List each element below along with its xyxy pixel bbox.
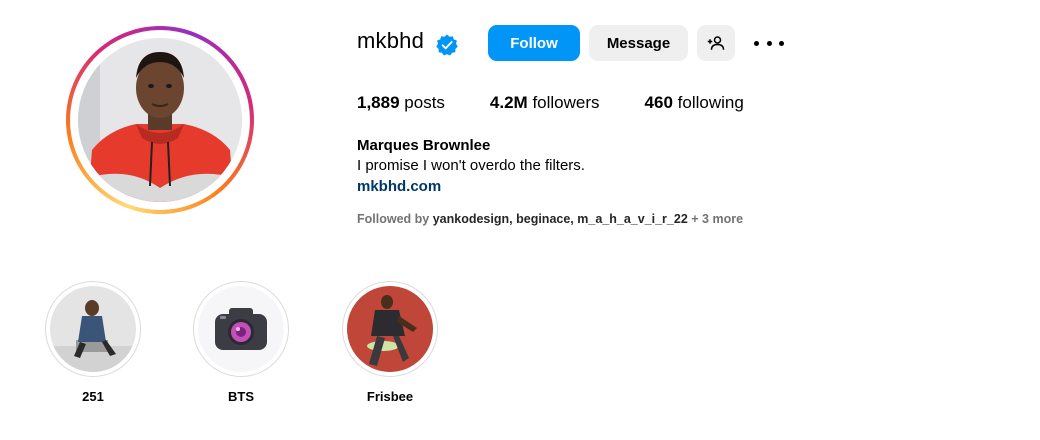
verified-badge-icon [436,34,458,56]
username: mkbhd [357,28,425,53]
highlight-cover-ring[interactable] [193,281,289,377]
highlight-item[interactable]: Frisbee [342,281,438,404]
highlight-label: 251 [82,389,104,404]
followers-count: 4.2M [489,93,528,112]
following-label: following [677,93,744,112]
stat-posts[interactable]: 1,889 posts [357,93,445,113]
highlight-cover-ring[interactable] [342,281,438,377]
followers-label: followers [532,93,600,112]
more-options-icon[interactable] [754,30,784,56]
followed-by-user[interactable]: yankodesign [433,212,509,226]
camera-icon [215,308,267,350]
following-count: 460 [644,93,673,112]
profile-avatar-story-ring[interactable] [66,26,254,214]
stat-followers[interactable]: 4.2M followers [490,93,600,113]
website-link[interactable]: mkbhd.com [357,178,441,195]
suggested-users-button[interactable] [697,25,735,61]
followed-by-prefix: Followed by [357,212,430,226]
highlight-item[interactable]: BTS [193,281,289,404]
followed-by-more[interactable]: + 3 more [691,212,743,226]
highlight-label: Frisbee [366,389,414,404]
stat-following[interactable]: 460 following [645,93,744,113]
highlight-label: BTS [228,389,254,404]
highlight-cover [347,286,433,372]
posts-count: 1,889 [357,93,400,112]
avatar[interactable] [78,38,242,202]
follow-button[interactable]: Follow [488,25,580,61]
posts-label: posts [404,93,445,112]
highlight-cover [198,286,284,372]
followed-by-user[interactable]: beginace [516,212,570,226]
bio-text: I promise I won't overdo the filters. [357,157,585,174]
highlight-cover [50,286,136,372]
full-name: Marques Brownlee [357,137,491,154]
followed-by-user[interactable]: m_a_h_a_v_i_r_22 [577,212,688,226]
profile-stats: 1,889 posts 4.2M followers 460 following [357,93,789,113]
highlight-cover-ring[interactable] [45,281,141,377]
highlight-item[interactable]: 251 [45,281,141,404]
followed-by[interactable]: Followed by yankodesign, beginace, m_a_h… [357,212,743,226]
avatar-gap [70,30,250,210]
message-button[interactable]: Message [589,25,688,61]
add-person-icon [707,36,725,50]
